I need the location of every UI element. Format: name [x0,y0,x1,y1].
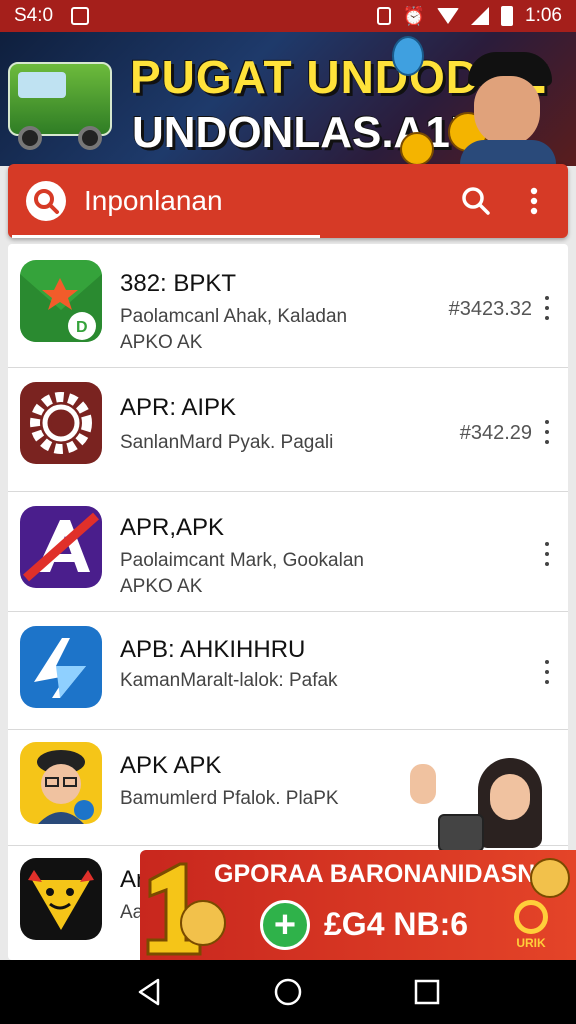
promo-title: GPORAA BARONANIDASN [214,860,536,888]
app-subtitle: KamanMaralt-lalok: Pafak [120,670,338,691]
truck-illustration [8,54,112,154]
balloon-decoration [392,36,424,76]
search-logo-icon [26,181,66,221]
tab-indicator [12,235,320,238]
signal-icon [471,7,490,25]
list-item[interactable]: APR,APK Paolaimcant Mark, Gookalan APKO … [8,492,568,612]
battery-icon [501,6,514,26]
app-title: APR: AIPK [120,394,237,421]
waving-hand-illustration [410,764,436,804]
emoji-decoration [400,132,434,166]
status-time-left: S4:0 [14,5,54,26]
app-bar-title: Inponlanan [84,185,223,216]
promo-logo: URIK [510,900,552,950]
status-time-right: 1:06 [525,5,562,26]
wifi-icon [437,8,460,24]
list-item[interactable]: APB: AHKIHHRU KamanMaralt-lalok: Pafak [8,612,568,730]
camera-illustration [438,814,484,852]
mascot-illustration [180,900,226,946]
navigation-bar [0,960,576,1024]
promo-logo-text: URIK [516,936,546,950]
list-item[interactable]: APR: AIPK SanlanMard Pyak. Pagali #342.2… [8,368,568,492]
home-icon[interactable] [268,972,308,1012]
plus-icon[interactable]: + [260,900,310,950]
mascot-illustration [530,858,570,898]
app-title: APB: AHKIHHRU [120,636,306,663]
app-subtitle-2: APKO AK [120,332,203,353]
app-title: APK APK [120,752,222,779]
item-more-icon[interactable] [542,542,552,566]
gear-icon [20,382,102,464]
status-bar: S4:0 ⏰ 1:06 [0,0,576,32]
app-subtitle: Paolaimcant Mark, Gookalan [120,550,364,571]
item-more-icon[interactable] [542,420,552,444]
recents-icon[interactable] [407,972,447,1012]
promo-code: £G4 NB:6 [324,906,469,942]
officer-illustration [460,52,556,166]
app-title: 382: BPKT [120,270,237,297]
search-icon[interactable] [456,181,496,221]
app-subtitle: Bamumlerd Pfalok. PlaPK [120,788,339,809]
vibrate-icon [376,7,391,25]
app-price: #3423.32 [448,298,532,320]
back-icon[interactable] [129,972,169,1012]
officer-avatar-icon [20,742,102,824]
item-more-icon[interactable] [542,296,552,320]
app-subtitle: Paolamcanl Ahak, Kaladan [120,306,348,327]
green-download-icon: D [20,260,102,342]
overflow-menu-icon[interactable] [518,181,550,221]
app-bar: Inponlanan [8,164,568,238]
svg-text:D: D [76,319,88,336]
arrow-icon [20,626,102,708]
app-price: #342.29 [459,422,532,444]
app-subtitle: SanlanMard Pyak. Pagali [120,432,334,453]
list-item[interactable]: D 382: BPKT Paolamcanl Ahak, Kaladan APK… [8,244,568,368]
app-subtitle-2: APKO AK [120,576,203,597]
item-more-icon[interactable] [542,660,552,684]
alarm-icon: ⏰ [402,5,426,26]
promo-banner[interactable]: PUGAT UNDODAN UNDONLAS.A1” [0,32,576,166]
slash-a-icon [20,506,102,588]
image-notification-icon [71,7,90,25]
app-title: APR,APK [120,514,225,541]
yellow-face-icon [20,858,102,940]
